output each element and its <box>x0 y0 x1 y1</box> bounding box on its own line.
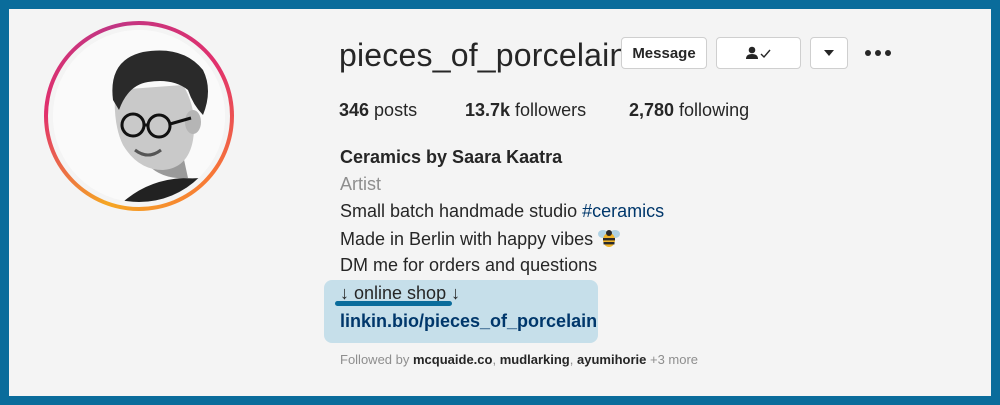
bio-line-3: DM me for orders and questions <box>340 255 598 275</box>
avatar-photo-icon <box>53 30 225 202</box>
followed-by[interactable]: Followed by mcquaide.co, mudlarking, ayu… <box>340 352 698 367</box>
bio-line-1: Small batch handmade studio #ceramics <box>340 201 664 222</box>
username: pieces_of_porcelain <box>339 37 628 73</box>
follower-user[interactable]: ayumihorie <box>577 352 646 367</box>
suggested-dropdown-button[interactable] <box>810 37 848 69</box>
followed-by-prefix: Followed by <box>340 352 413 367</box>
more-followers[interactable]: +3 more <box>646 352 698 367</box>
followers-count: 13.7k <box>465 100 511 120</box>
hashtag-link[interactable]: #ceramics <box>582 201 664 221</box>
following-label: following <box>674 100 750 120</box>
posts-stat[interactable]: 346 posts <box>339 100 417 121</box>
more-options-button[interactable] <box>862 40 894 66</box>
category-label: Artist <box>340 174 382 194</box>
full-name: Ceramics by Saara Kaatra <box>340 147 563 167</box>
message-button[interactable]: Message <box>621 37 707 69</box>
posts-count: 346 <box>339 100 370 120</box>
annotation-underline <box>335 301 452 306</box>
avatar[interactable] <box>53 30 225 202</box>
bee-emoji-icon <box>598 230 621 247</box>
followers-stat[interactable]: 13.7k followers <box>465 100 586 121</box>
ellipsis-icon <box>865 50 871 56</box>
follower-user[interactable]: mudlarking <box>500 352 570 367</box>
caret-down-icon <box>824 50 834 56</box>
bio-link[interactable]: linkin.bio/pieces_of_porcelain <box>340 311 597 332</box>
posts-label: posts <box>369 100 418 120</box>
following-count: 2,780 <box>629 100 675 120</box>
bio-text: Made in Berlin with happy vibes <box>340 229 599 249</box>
followers-label: followers <box>510 100 587 120</box>
story-ring[interactable] <box>44 21 234 211</box>
following-button[interactable] <box>716 37 801 69</box>
person-check-icon <box>745 46 771 59</box>
follower-user[interactable]: mcquaide.co <box>413 352 492 367</box>
bio-line-2: Made in Berlin with happy vibes <box>340 228 621 250</box>
following-stat[interactable]: 2,780 following <box>629 100 749 121</box>
bio-text: Small batch handmade studio <box>340 201 583 221</box>
